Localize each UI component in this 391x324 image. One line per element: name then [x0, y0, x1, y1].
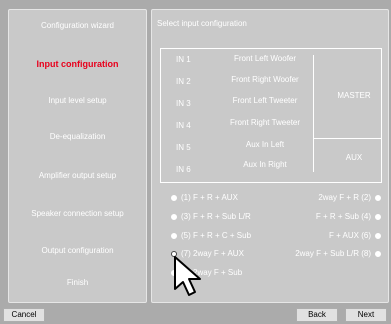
channel-name: Front Right Tweeter	[229, 118, 301, 127]
input-mapping-table: IN 1 Front Left Woofer IN 2 Front Right …	[160, 48, 382, 183]
option-3-radio[interactable]: (3) F + R + Sub L/R	[171, 212, 251, 221]
channel-name: Aux In Right	[243, 160, 287, 169]
table-divider	[313, 55, 314, 172]
option-1-radio[interactable]: (1) F + R + AUX	[171, 193, 238, 202]
sidebar-item-speaker-connection-setup[interactable]: Speaker connection setup	[9, 208, 146, 220]
wizard-sidebar: Configuration wizard Input configuration…	[8, 9, 147, 303]
option-label: (1) F + R + AUX	[181, 193, 238, 202]
option-label: F + AUX (6)	[328, 231, 371, 240]
channel-name: Aux In Left	[245, 140, 285, 149]
option-label: (3) F + R + Sub L/R	[181, 212, 251, 221]
table-divider	[313, 138, 381, 139]
option-8-radio[interactable]: 2way F + Sub L/R (8)	[295, 249, 381, 258]
panel-title: Select input configuration	[157, 19, 247, 28]
sidebar-item-configuration-wizard[interactable]: Configuration wizard	[9, 20, 146, 32]
input-label: IN 3	[176, 99, 191, 108]
option-6-radio[interactable]: F + AUX (6)	[329, 231, 381, 240]
sidebar-item-output-configuration[interactable]: Output configuration	[9, 245, 146, 257]
option-label: (5) F + R + C + Sub	[181, 231, 252, 240]
radio-button[interactable]	[375, 250, 381, 257]
sidebar-item-de-equalization[interactable]: De-equalization	[9, 131, 146, 143]
option-label: F + R + Sub (4)	[315, 212, 371, 221]
cancel-button[interactable]: Cancel	[3, 308, 45, 322]
aux-group-label: AUX	[345, 153, 363, 162]
input-label: IN 5	[176, 143, 191, 152]
mouse-pointer-icon	[174, 256, 201, 296]
option-2-radio[interactable]: 2way F + R (2)	[318, 193, 381, 202]
radio-button[interactable]	[171, 194, 177, 201]
radio-button[interactable]	[171, 213, 177, 220]
option-label: 2way F + Sub L/R (8)	[295, 249, 371, 258]
radio-button[interactable]	[375, 232, 381, 239]
input-label: IN 2	[176, 77, 191, 86]
option-label: 2way F + R (2)	[318, 193, 371, 202]
input-label: IN 1	[176, 55, 191, 64]
radio-button[interactable]	[171, 232, 177, 239]
radio-button[interactable]	[375, 194, 381, 201]
next-button[interactable]: Next	[345, 308, 387, 322]
radio-button[interactable]	[375, 213, 381, 220]
option-5-radio[interactable]: (5) F + R + C + Sub	[171, 231, 251, 240]
sidebar-item-input-level-setup[interactable]: Input level setup	[9, 95, 146, 107]
input-label: IN 6	[176, 165, 191, 174]
back-button[interactable]: Back	[296, 308, 338, 322]
sidebar-item-finish[interactable]: Finish	[9, 277, 146, 289]
channel-name: Front Left Tweeter	[232, 96, 298, 105]
app-window: Configuration wizard Input configuration…	[0, 0, 391, 324]
sidebar-item-input-configuration[interactable]: Input configuration	[9, 58, 146, 70]
option-4-radio[interactable]: F + R + Sub (4)	[316, 212, 381, 221]
master-group-label: MASTER	[337, 91, 371, 100]
channel-name: Front Left Woofer	[233, 54, 297, 63]
channel-name: Front Right Woofer	[231, 75, 299, 84]
input-label: IN 4	[176, 121, 191, 130]
sidebar-item-amplifier-output-setup[interactable]: Amplifier output setup	[9, 170, 146, 182]
